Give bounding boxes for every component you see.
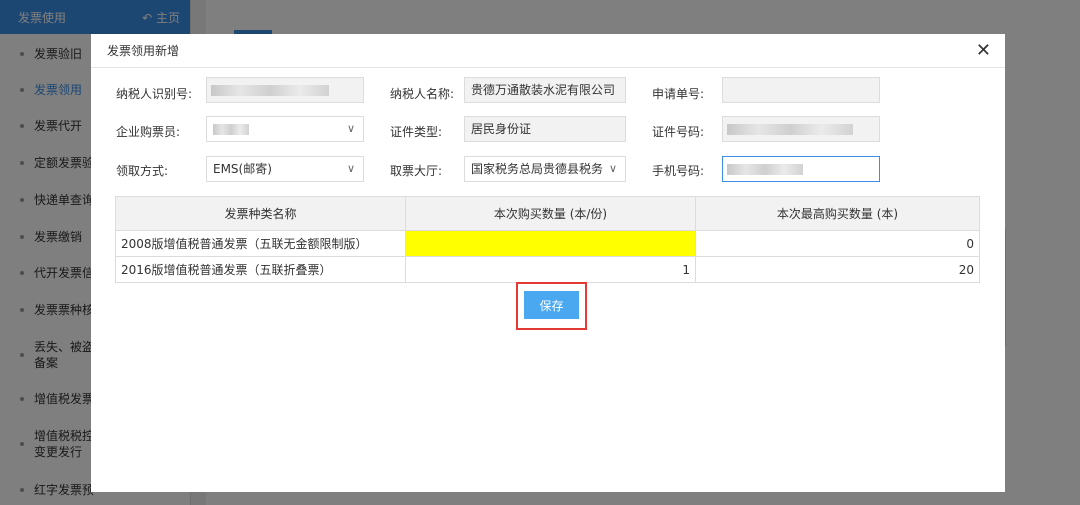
buyer-label: 企业购票员:	[116, 125, 181, 139]
dialog-title: 发票领用新增	[107, 44, 180, 58]
application-no-field	[722, 77, 880, 103]
id-type-field: 居民身份证	[464, 116, 626, 142]
table-header-row: 发票种类名称 本次购买数量 (本/份) 本次最高购买数量 (本)	[115, 196, 980, 231]
hall-label: 取票大厅:	[390, 164, 443, 178]
save-highlight-box: 保存	[516, 282, 587, 330]
hall-value: 国家税务总局贵德县税务	[471, 162, 604, 176]
dialog-header: 发票领用新增 ✕	[91, 34, 1005, 68]
redacted-value	[727, 124, 853, 135]
id-no-label: 证件号码:	[652, 125, 705, 139]
hall-select[interactable]: 国家税务总局贵德县税务 ∨	[464, 156, 626, 182]
taxpayer-id-label: 纳税人识别号:	[116, 87, 193, 101]
invoice-table: 发票种类名称 本次购买数量 (本/份) 本次最高购买数量 (本) 2008版增值…	[115, 196, 980, 283]
column-header: 本次购买数量 (本/份)	[405, 196, 696, 231]
pickup-select[interactable]: EMS(邮寄) ∨	[206, 156, 364, 182]
chevron-down-icon: ∨	[346, 162, 355, 175]
id-type-label: 证件类型:	[390, 125, 443, 139]
close-icon[interactable]: ✕	[976, 41, 991, 60]
pickup-value: EMS(邮寄)	[213, 162, 272, 176]
id-no-field	[722, 116, 880, 142]
redacted-value	[213, 124, 249, 135]
phone-input[interactable]	[722, 156, 880, 182]
pickup-label: 领取方式:	[116, 164, 169, 178]
max-quantity-cell: 20	[695, 256, 980, 283]
buyer-select[interactable]: ∨	[206, 116, 364, 142]
redacted-value	[727, 164, 803, 175]
quantity-input[interactable]	[405, 230, 696, 257]
invoice-receive-dialog: 发票领用新增 ✕ 纳税人识别号: 纳税人名称: 贵德万通散装水泥有限公司 申请单…	[91, 34, 1005, 492]
taxpayer-name-field: 贵德万通散装水泥有限公司	[464, 77, 626, 103]
quantity-input[interactable]: 1	[405, 256, 696, 283]
table-row: 2016版增值税普通发票（五联折叠票） 1 20	[115, 256, 980, 283]
max-quantity-cell: 0	[695, 230, 980, 257]
application-no-label: 申请单号:	[652, 87, 705, 101]
redacted-value	[211, 85, 329, 96]
column-header: 本次最高购买数量 (本)	[695, 196, 980, 231]
column-header: 发票种类名称	[115, 196, 406, 231]
chevron-down-icon: ∨	[346, 122, 355, 135]
taxpayer-id-field	[206, 77, 364, 103]
save-button[interactable]: 保存	[524, 291, 579, 319]
table-row: 2008版增值税普通发票（五联无金额限制版） 0	[115, 230, 980, 257]
taxpayer-name-label: 纳税人名称:	[390, 87, 455, 101]
invoice-type-cell: 2008版增值税普通发票（五联无金额限制版）	[115, 230, 406, 257]
phone-label: 手机号码:	[652, 164, 705, 178]
chevron-down-icon: ∨	[606, 157, 617, 181]
invoice-type-cell: 2016版增值税普通发票（五联折叠票）	[115, 256, 406, 283]
